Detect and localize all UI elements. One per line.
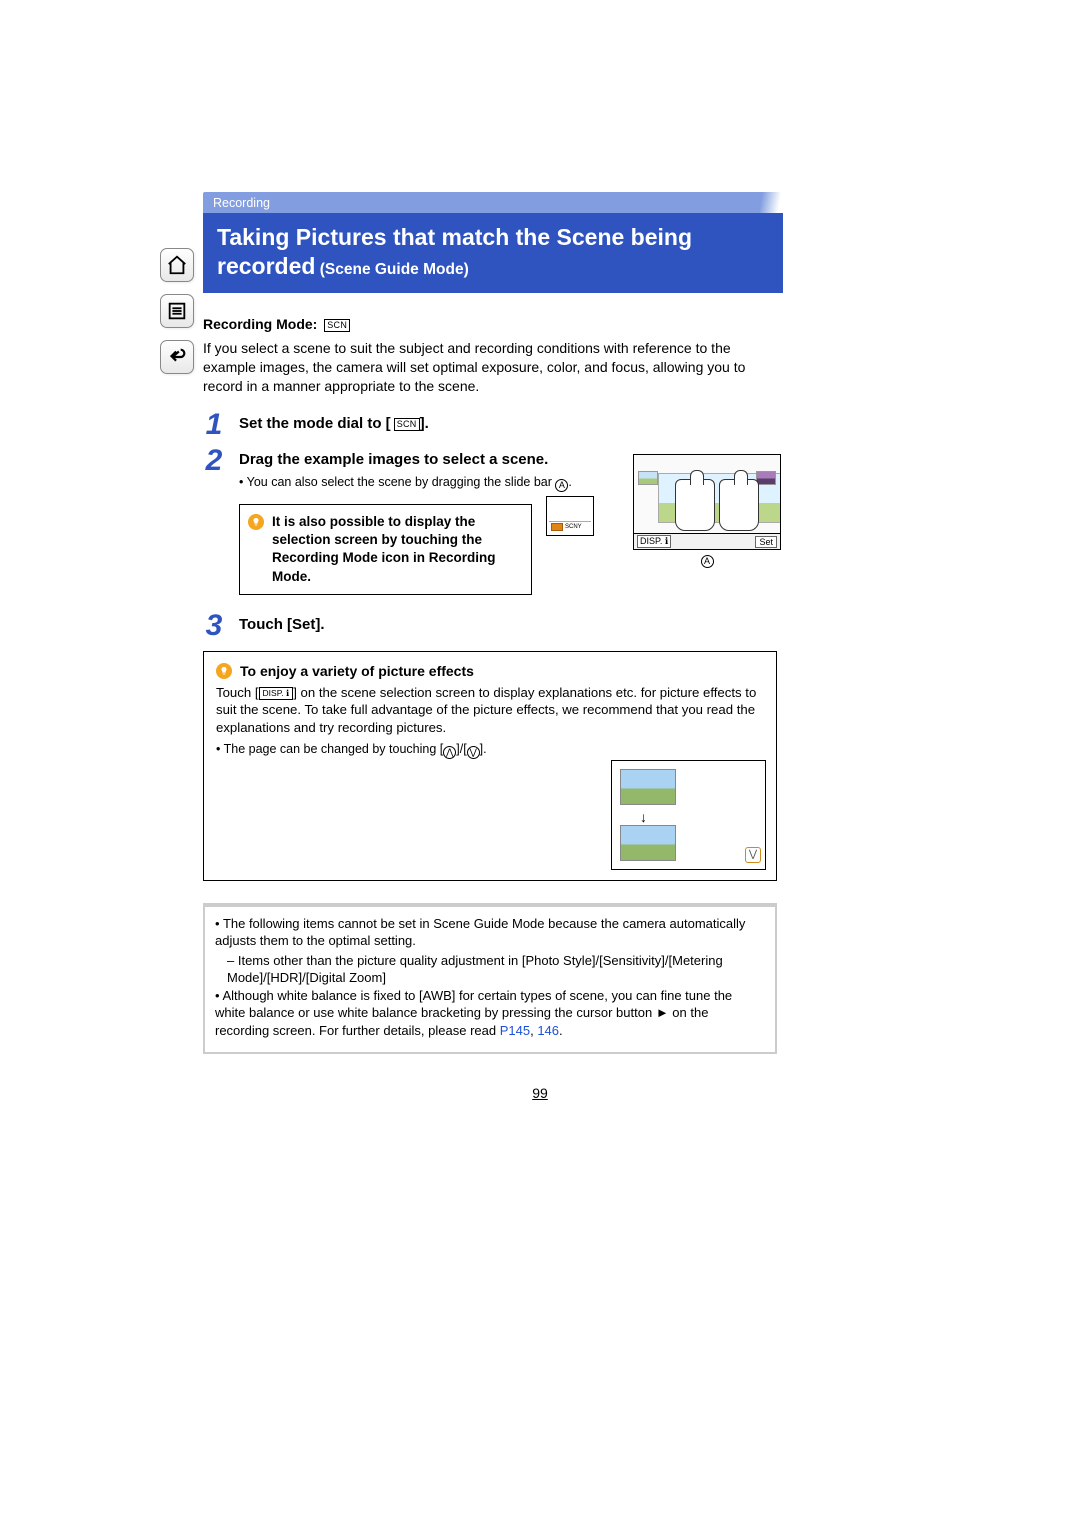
mode-icon-chip (551, 523, 563, 531)
step-1: 1 Set the mode dial to [SCN]. (203, 410, 777, 440)
note-2: Although white balance is fixed to [AWB]… (215, 987, 765, 1040)
title-line-2b: (Scene Guide Mode) (315, 261, 468, 278)
page-title: Taking Pictures that match the Scene bei… (203, 213, 783, 293)
callout-a-icon: A (701, 555, 714, 568)
scn-mode-icon: SCN (324, 319, 350, 332)
effects-illustration: ↓ ⋁ (611, 760, 766, 870)
effects-text: Touch [DISP. ℹ] on the scene selection s… (216, 684, 764, 737)
callout-a-icon: A (555, 479, 568, 492)
period: . (559, 1023, 563, 1038)
page-link[interactable]: 146 (537, 1023, 559, 1038)
step-number: 1 (203, 410, 225, 440)
recording-mode-line: Recording Mode: SCN (203, 315, 777, 334)
step-1-title-a: Set the mode dial to [ (239, 415, 391, 432)
step-number: 2 (203, 446, 225, 595)
hand-icon (675, 479, 715, 531)
step-2-bullet-text: You can also select the scene by draggin… (247, 475, 556, 489)
intro-text: If you select a scene to suit the subjec… (203, 339, 777, 396)
page-number: 99 (0, 1085, 1080, 1101)
title-line-2a: recorded (217, 253, 315, 279)
page-link[interactable]: P145 (500, 1023, 530, 1038)
back-icon[interactable] (160, 340, 194, 374)
drag-illustration: DISP. ℹ Set A (633, 454, 781, 568)
note-2-text: Although white balance is fixed to [AWB]… (215, 988, 732, 1038)
set-button: Set (755, 536, 777, 548)
disp-button-icon: DISP. ℹ (637, 535, 671, 548)
step-1-title: Set the mode dial to [SCN]. (239, 414, 777, 434)
bulb-icon (248, 514, 264, 530)
step-3: 3 Touch [Set]. (203, 611, 777, 641)
recording-mode-label: Recording Mode: (203, 316, 317, 332)
step-number: 3 (203, 611, 225, 641)
page-change-note: The page can be changed by touching [⋀]/… (216, 741, 764, 759)
notes-box: The following items cannot be set in Sce… (203, 903, 777, 1054)
effects-title: To enjoy a variety of picture effects (240, 662, 474, 681)
page-change-b: ]/[ (456, 742, 466, 756)
scene-thumb (638, 471, 658, 485)
note-1: The following items cannot be set in Sce… (215, 915, 765, 950)
hint-text: It is also possible to display the selec… (272, 513, 521, 586)
bulb-icon (216, 663, 232, 679)
scene-thumb (620, 769, 676, 805)
step-3-title: Touch [Set]. (239, 615, 777, 635)
up-icon: ⋀ (443, 746, 456, 759)
hint-illustration: SCNY (546, 496, 594, 536)
down-icon: ⋁ (467, 746, 480, 759)
effects-text-a: Touch [ (216, 685, 259, 700)
breadcrumb: Recording (203, 192, 783, 213)
title-line-1: Taking Pictures that match the Scene bei… (217, 223, 769, 252)
step-1-title-b: ]. (420, 415, 429, 432)
home-icon[interactable] (160, 248, 194, 282)
contents-icon[interactable] (160, 294, 194, 328)
page-change-c: ]. (480, 742, 487, 756)
scroll-down-icon: ⋁ (745, 847, 761, 863)
disp-button-icon: DISP. ℹ (259, 687, 294, 700)
page-change-a: The page can be changed by touching [ (224, 742, 444, 756)
note-1-sub: Items other than the picture quality adj… (227, 952, 765, 987)
scene-thumb (620, 825, 676, 861)
hand-icon (719, 479, 759, 531)
side-nav (160, 248, 194, 374)
page-content: Recording Taking Pictures that match the… (203, 192, 783, 1054)
scn-mode-icon: SCN (394, 418, 420, 431)
effects-box: To enjoy a variety of picture effects To… (203, 651, 777, 881)
effects-text-b: ] on the scene selection screen to displ… (216, 685, 756, 736)
illustration-caption: A (633, 553, 781, 568)
hint-box: It is also possible to display the selec… (239, 504, 532, 595)
